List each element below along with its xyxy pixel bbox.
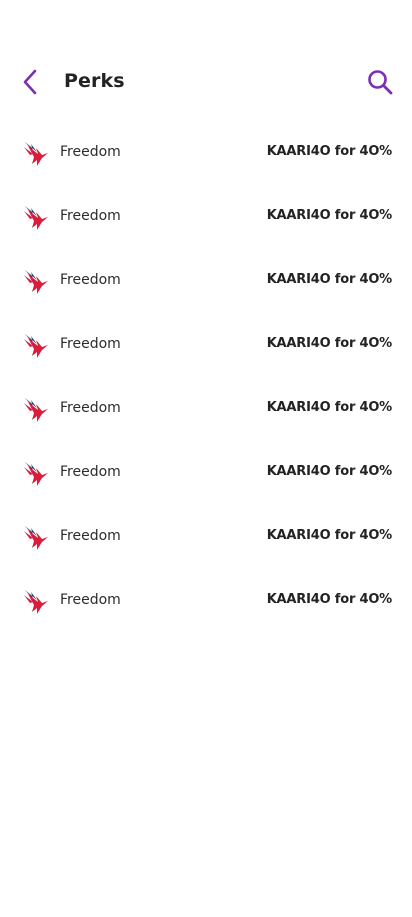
perk-promo-code: KAARI4O for 4O% xyxy=(266,144,393,159)
perk-promo-code: KAARI4O for 4O% xyxy=(266,464,393,479)
perk-promo-code: KAARI4O for 4O% xyxy=(266,208,393,223)
perk-promo-code: KAARI4O for 4O% xyxy=(266,272,393,287)
perk-row[interactable]: Freedom KAARI4O for 4O% xyxy=(0,377,412,441)
perk-brand-name: Freedom xyxy=(60,400,121,416)
page-title: Perks xyxy=(64,70,125,92)
perk-row[interactable]: Freedom KAARI4O for 4O% xyxy=(0,185,412,249)
perk-brand-name: Freedom xyxy=(60,208,121,224)
perk-promo-code: KAARI4O for 4O% xyxy=(266,336,393,351)
perk-row[interactable]: Freedom KAARI4O for 4O% xyxy=(0,249,412,313)
bird-logo-icon xyxy=(24,526,48,550)
bird-logo-icon xyxy=(24,462,48,486)
perk-promo-code: KAARI4O for 4O% xyxy=(266,592,393,607)
perk-row[interactable]: Freedom KAARI4O for 4O% xyxy=(0,121,412,185)
perk-brand-name: Freedom xyxy=(60,336,121,352)
bird-logo-icon xyxy=(24,590,48,614)
bird-logo-icon xyxy=(24,270,48,294)
search-icon xyxy=(368,70,393,95)
bird-logo-icon xyxy=(24,142,48,166)
chevron-left-icon xyxy=(23,69,37,95)
perk-brand-name: Freedom xyxy=(60,272,121,288)
perk-row[interactable]: Freedom KAARI4O for 4O% xyxy=(0,569,412,633)
perks-list: Freedom KAARI4O for 4O% Freedom KAARI4O … xyxy=(0,121,412,633)
perk-brand-name: Freedom xyxy=(60,528,121,544)
perk-row[interactable]: Freedom KAARI4O for 4O% xyxy=(0,505,412,569)
perk-brand-name: Freedom xyxy=(60,592,121,608)
top-app-bar: Perks xyxy=(0,60,412,106)
bird-logo-icon xyxy=(24,334,48,358)
bird-logo-icon xyxy=(24,398,48,422)
perk-brand-name: Freedom xyxy=(60,144,121,160)
perk-row[interactable]: Freedom KAARI4O for 4O% xyxy=(0,313,412,377)
perk-brand-name: Freedom xyxy=(60,464,121,480)
perk-row[interactable]: Freedom KAARI4O for 4O% xyxy=(0,441,412,505)
perk-promo-code: KAARI4O for 4O% xyxy=(266,528,393,543)
bird-logo-icon xyxy=(24,206,48,230)
perk-promo-code: KAARI4O for 4O% xyxy=(266,400,393,415)
back-button[interactable] xyxy=(14,66,46,98)
search-button[interactable] xyxy=(364,66,396,98)
